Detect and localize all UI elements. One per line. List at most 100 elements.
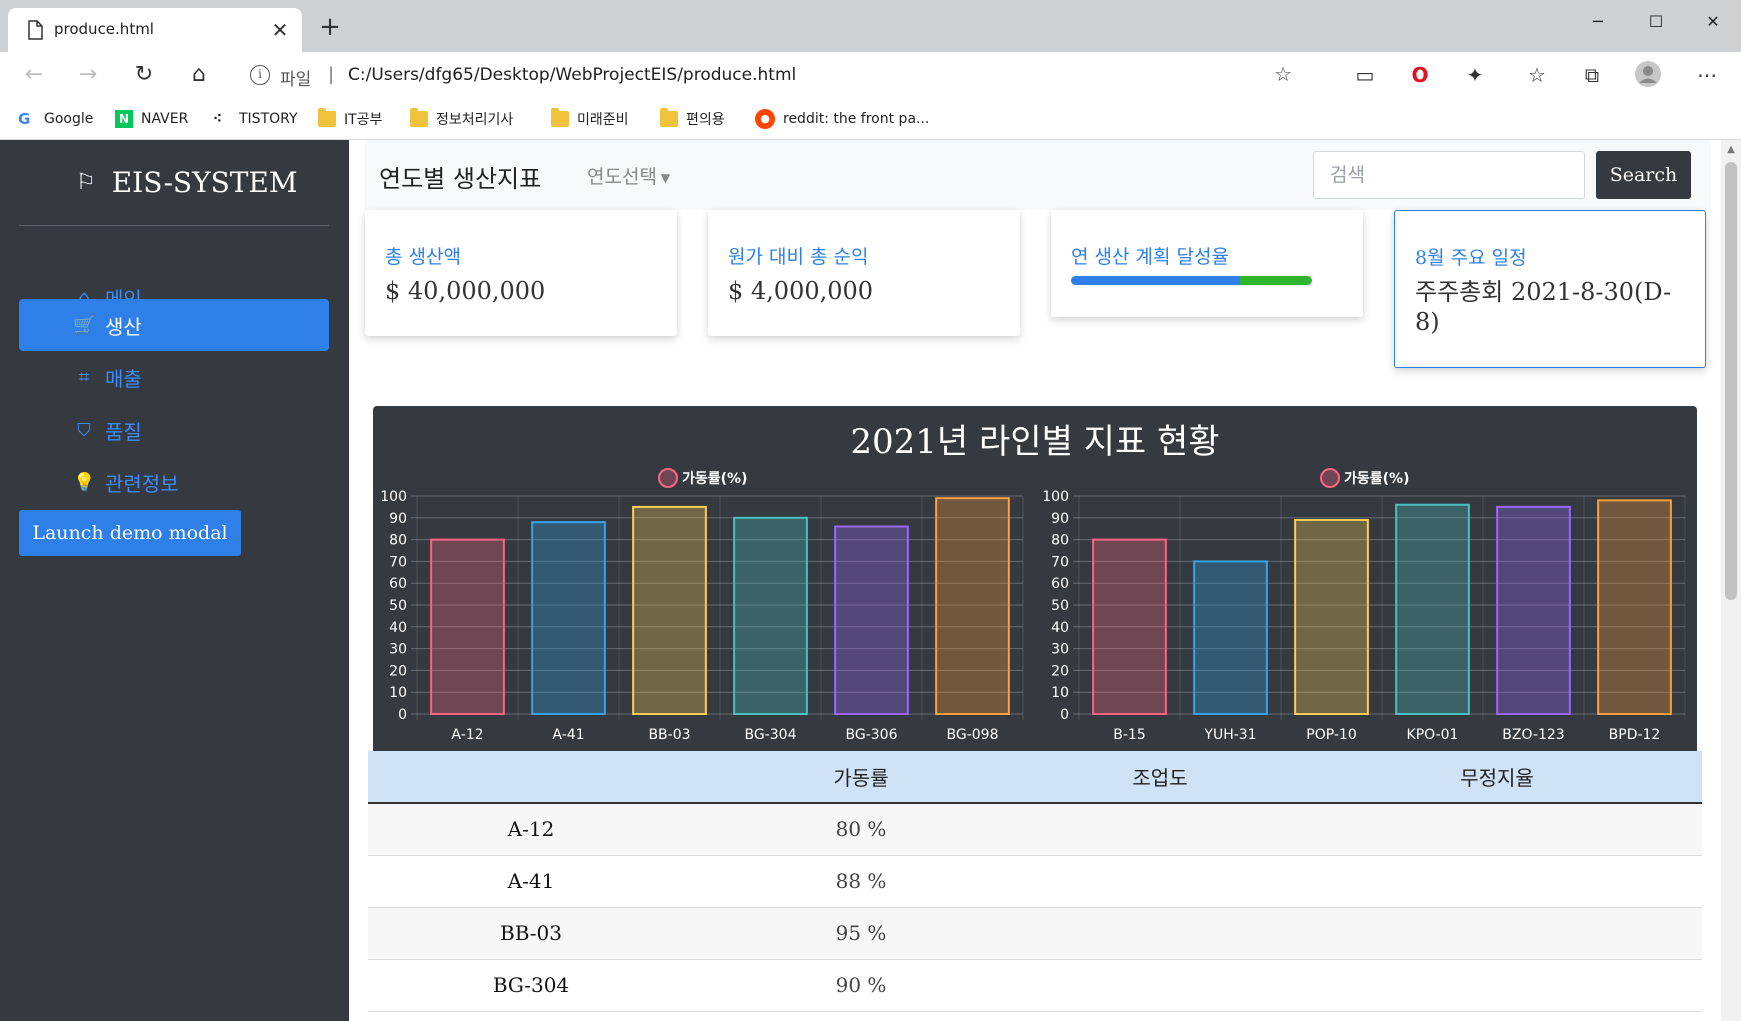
tab-close-icon[interactable]: ✕ bbox=[268, 18, 292, 42]
y-tick-label: 30 bbox=[1051, 642, 1069, 658]
home-icon[interactable]: ⌂ bbox=[183, 59, 215, 91]
y-tick-label: 70 bbox=[1051, 554, 1069, 570]
search-button[interactable]: Search bbox=[1596, 151, 1691, 199]
chart-legend: 가동률(%) bbox=[658, 468, 747, 488]
bookmark-reddit[interactable]: ● reddit: the front pa... bbox=[755, 108, 929, 130]
bar bbox=[1092, 538, 1167, 715]
table-header-line bbox=[368, 751, 694, 804]
lightbulb-icon: 💡 bbox=[73, 471, 96, 493]
table-cell-operation bbox=[1028, 959, 1292, 1012]
sidebar-item-sales[interactable]: ⌗ 매출 bbox=[19, 351, 329, 403]
collections-icon[interactable]: ⧉ bbox=[1577, 60, 1607, 90]
page-scrollbar[interactable]: ▲ bbox=[1721, 140, 1741, 1021]
sidebar-divider bbox=[19, 225, 329, 226]
bookmark-naver[interactable]: N NAVER bbox=[115, 108, 188, 130]
table-header-rate: 가동률 bbox=[694, 751, 1028, 804]
google-icon: G bbox=[18, 110, 31, 128]
opera-extension-icon[interactable]: O bbox=[1405, 60, 1435, 90]
bookmark-folder-it[interactable]: IT공부 bbox=[318, 108, 382, 130]
table-header-nonstop: 무정지율 bbox=[1292, 751, 1702, 804]
bookmark-label: 미래준비 bbox=[577, 112, 629, 128]
progress-segment-primary bbox=[1071, 276, 1240, 285]
tistory-icon: ⁖ bbox=[213, 111, 222, 127]
refresh-icon[interactable]: ↻ bbox=[128, 59, 160, 91]
add-favorite-icon[interactable]: ☆ bbox=[1274, 62, 1292, 86]
protocol-label: 파일 bbox=[280, 70, 312, 90]
more-menu-icon[interactable]: ⋯ bbox=[1692, 60, 1722, 90]
page-content: ⚐ EIS-SYSTEM ⌂ 메인 🛒 생산 ⌗ 매출 ⛉ 품질 💡 bbox=[0, 140, 1741, 1021]
y-tick-label: 10 bbox=[1051, 685, 1069, 701]
launch-modal-button[interactable]: Launch demo modal bbox=[19, 510, 241, 556]
new-tab-button[interactable]: + bbox=[316, 14, 344, 42]
minimize-button[interactable]: ─ bbox=[1578, 8, 1618, 36]
legend-swatch bbox=[1320, 468, 1340, 488]
chart-legend: 가동률(%) bbox=[1320, 468, 1409, 488]
page-title: 연도별 생산지표 bbox=[379, 165, 542, 193]
table-cell-nonstop bbox=[1292, 907, 1702, 960]
brand-name: EIS-SYSTEM bbox=[111, 166, 298, 199]
table-row: BB-03 95 % bbox=[368, 907, 1702, 960]
browser-tab[interactable]: produce.html ✕ bbox=[8, 8, 302, 52]
sidebar-item-production[interactable]: 🛒 생산 bbox=[19, 299, 329, 351]
address-bar[interactable]: i 파일 | C:/Users/dfg65/Desktop/WebProject… bbox=[236, 56, 1306, 94]
x-tick-label: BG-306 bbox=[846, 727, 898, 743]
tab-title: produce.html bbox=[54, 20, 154, 38]
legend-label: 가동률(%) bbox=[1344, 470, 1409, 487]
y-tick-label: 90 bbox=[1051, 511, 1069, 527]
kpi-card-total-production: 총 생산액 $ 40,000,000 bbox=[365, 210, 677, 336]
extensions-icon[interactable]: ✦ bbox=[1460, 60, 1490, 90]
url-text[interactable]: C:/Users/dfg65/Desktop/WebProjectEIS/pro… bbox=[348, 65, 796, 85]
table-cell-operation bbox=[1028, 907, 1292, 960]
bookmark-google[interactable]: G Google bbox=[18, 108, 93, 130]
y-tick-label: 50 bbox=[1051, 598, 1069, 614]
year-dropdown[interactable]: 연도선택 ▼ bbox=[587, 162, 670, 189]
y-tick-label: 10 bbox=[389, 685, 407, 701]
bar bbox=[1294, 518, 1369, 716]
x-tick-label: A-41 bbox=[552, 727, 584, 743]
reddit-icon: ● bbox=[755, 109, 775, 129]
bookmark-tistory[interactable]: ⁖ TISTORY bbox=[213, 108, 298, 130]
folder-icon bbox=[660, 108, 678, 127]
sidebar-item-info[interactable]: 💡 관련정보 bbox=[19, 456, 329, 508]
bookmark-folder-convenience[interactable]: 편의용 bbox=[660, 108, 725, 130]
y-tick-label: 40 bbox=[389, 620, 407, 636]
cart-icon: 🛒 bbox=[73, 314, 96, 336]
scroll-up-arrow-icon[interactable]: ▲ bbox=[1721, 144, 1741, 155]
kpi-card-plan-achievement: 연 생산 계획 달성율 bbox=[1051, 210, 1363, 317]
profile-avatar[interactable] bbox=[1633, 60, 1663, 90]
favorites-icon[interactable]: ☆ bbox=[1522, 60, 1552, 90]
x-tick-label: BB-03 bbox=[648, 727, 690, 743]
x-tick-label: KPO-01 bbox=[1407, 727, 1459, 743]
table-cell-nonstop bbox=[1292, 803, 1702, 856]
line-indicator-chart-panel: 2021년 라인별 지표 현황 가동률(%) 0 10 20 30 40 50 60 70 80 9… bbox=[373, 406, 1697, 751]
sidebar-item-quality[interactable]: ⛉ 품질 bbox=[19, 404, 329, 456]
signpost-icon: ⚐ bbox=[76, 170, 96, 195]
bar bbox=[1193, 560, 1268, 716]
table-cell-nonstop bbox=[1292, 959, 1702, 1012]
y-tick-label: 60 bbox=[1051, 576, 1069, 592]
bar bbox=[834, 525, 909, 715]
bar bbox=[935, 497, 1010, 716]
bookmark-label: NAVER bbox=[141, 111, 189, 127]
scrollbar-thumb[interactable] bbox=[1725, 162, 1737, 600]
table-cell-name: BG-304 bbox=[368, 959, 694, 1012]
info-icon[interactable]: i bbox=[250, 65, 270, 85]
maximize-button[interactable]: ☐ bbox=[1636, 8, 1676, 36]
table-cell-name: A-12 bbox=[368, 803, 694, 856]
immersive-reader-icon[interactable]: ▭ bbox=[1350, 60, 1380, 90]
legend-swatch bbox=[658, 468, 678, 488]
back-arrow-icon[interactable]: ← bbox=[18, 59, 50, 91]
card-value: $ 40,000,000 bbox=[385, 277, 546, 305]
progress-segment-success bbox=[1239, 276, 1312, 285]
folder-icon bbox=[551, 108, 569, 127]
bookmark-folder-engineer[interactable]: 정보처리기사 bbox=[410, 108, 513, 130]
bookmark-folder-future[interactable]: 미래준비 bbox=[551, 108, 629, 130]
forward-arrow-icon[interactable]: → bbox=[72, 59, 104, 91]
search-input[interactable] bbox=[1313, 151, 1585, 199]
x-tick-label: A-12 bbox=[451, 727, 483, 743]
table-cell-operation bbox=[1028, 855, 1292, 908]
bookmark-label: 정보처리기사 bbox=[436, 112, 514, 128]
close-window-button[interactable]: ✕ bbox=[1693, 8, 1733, 36]
brand[interactable]: ⚐ EIS-SYSTEM bbox=[76, 166, 298, 199]
y-tick-label: 20 bbox=[389, 663, 407, 679]
